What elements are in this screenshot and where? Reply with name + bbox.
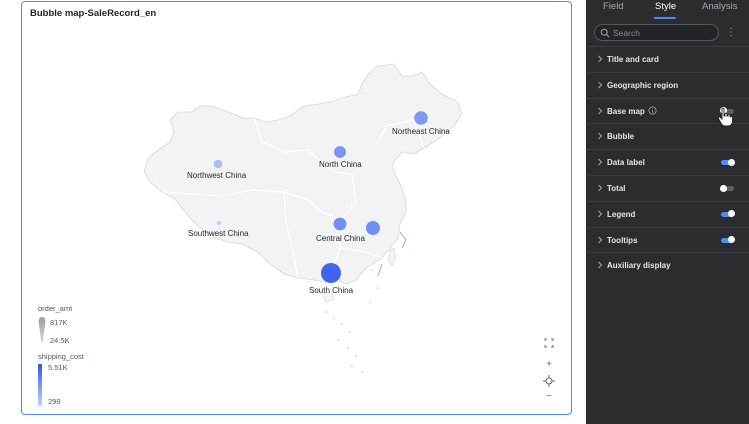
- section-label: Base map: [607, 106, 645, 116]
- size-legend-symbol: [38, 317, 46, 343]
- panel-tabs: Field Style Analysis: [586, 0, 749, 20]
- chevron-right-icon: [598, 81, 603, 89]
- section-label: Bubble: [607, 132, 635, 142]
- bubble-southwest-china[interactable]: [216, 220, 222, 226]
- toggle-knob: [728, 236, 735, 244]
- legend-color-min: 299: [48, 397, 61, 406]
- search-box[interactable]: [594, 24, 719, 41]
- chevron-right-icon: [598, 184, 603, 192]
- data-label-toggle[interactable]: [721, 158, 735, 166]
- tab-field[interactable]: Field: [603, 1, 624, 12]
- info-icon[interactable]: [648, 106, 657, 115]
- chevron-right-icon: [598, 158, 603, 166]
- bubble-south-china[interactable]: [321, 263, 341, 283]
- toggle-knob: [728, 210, 735, 218]
- chevron-right-icon: [598, 55, 603, 63]
- section-total[interactable]: Total: [586, 175, 749, 201]
- tab-style[interactable]: Style: [655, 1, 676, 12]
- legend-color-max: 5.51K: [48, 363, 68, 372]
- bubble-north-china[interactable]: [334, 146, 346, 158]
- more-options-icon[interactable]: ⋮: [726, 27, 736, 38]
- label-northwest-china: Northwest China: [187, 171, 247, 180]
- tab-analysis[interactable]: Analysis: [702, 1, 737, 12]
- section-label: Legend: [607, 209, 636, 219]
- label-southwest-china: Southwest China: [188, 229, 249, 238]
- hand-cursor-icon: [717, 107, 733, 127]
- legend-color-title: shipping_cost: [38, 352, 84, 361]
- section-label: Total: [607, 184, 626, 193]
- tooltips-toggle[interactable]: [721, 236, 735, 244]
- zoom-out-button[interactable]: −: [542, 390, 556, 404]
- label-central-china: Central China: [316, 234, 365, 243]
- color-legend-bar: [38, 364, 42, 406]
- label-north-china: North China: [319, 160, 362, 169]
- legend-size-title: order_amt: [38, 304, 73, 313]
- fit-view-icon[interactable]: [542, 336, 556, 350]
- section-auxiliary-display[interactable]: Auxiliary display: [586, 252, 749, 278]
- total-toggle[interactable]: [720, 184, 734, 192]
- label-south-china: South China: [309, 286, 354, 295]
- chart-card: Bubble map-SaleRecord_en Northeast China…: [21, 1, 572, 415]
- section-label: Title and card: [607, 55, 659, 64]
- legend-size-min: 24.5K: [50, 336, 70, 345]
- bubble-northeast-china[interactable]: [414, 111, 428, 125]
- search-icon: [600, 28, 610, 38]
- section-tooltips[interactable]: Tooltips: [586, 226, 749, 253]
- chevron-right-icon: [598, 262, 603, 269]
- locate-icon[interactable]: [542, 374, 556, 388]
- search-input[interactable]: [613, 26, 713, 39]
- taiwan-island: [387, 247, 397, 267]
- section-label: Geographic region: [607, 80, 679, 90]
- bubble-east-china[interactable]: [366, 221, 380, 235]
- chevron-right-icon: [598, 107, 603, 114]
- section-data-label[interactable]: Data label: [586, 149, 749, 175]
- legend-toggle[interactable]: [721, 210, 735, 218]
- section-legend[interactable]: Legend: [586, 200, 749, 227]
- chevron-right-icon: [598, 133, 603, 140]
- active-tab-indicator: [654, 17, 676, 19]
- section-label: Tooltips: [607, 235, 638, 245]
- label-northeast-china: Northeast China: [392, 127, 450, 136]
- south-sea-islands: [325, 269, 379, 373]
- bubble-northwest-china[interactable]: [213, 159, 223, 169]
- section-label: Data label: [607, 158, 645, 168]
- legend-size-max: 817K: [50, 318, 68, 327]
- china-map: Northeast China North China Northwest Ch…: [143, 63, 463, 373]
- section-title-and-card[interactable]: Title and card: [586, 46, 749, 72]
- toggle-knob: [720, 184, 727, 192]
- zoom-in-button[interactable]: +: [542, 358, 556, 372]
- bubble-central-china[interactable]: [333, 217, 347, 231]
- toggle-knob: [728, 158, 735, 166]
- section-label: Auxiliary display: [607, 261, 671, 271]
- chevron-right-icon: [598, 210, 603, 218]
- chevron-right-icon: [598, 236, 603, 243]
- style-panel: Field Style Analysis ⋮ Title and card Geo…: [586, 0, 749, 424]
- section-geographic-region[interactable]: Geographic region: [586, 71, 749, 98]
- section-bubble[interactable]: Bubble: [586, 123, 749, 149]
